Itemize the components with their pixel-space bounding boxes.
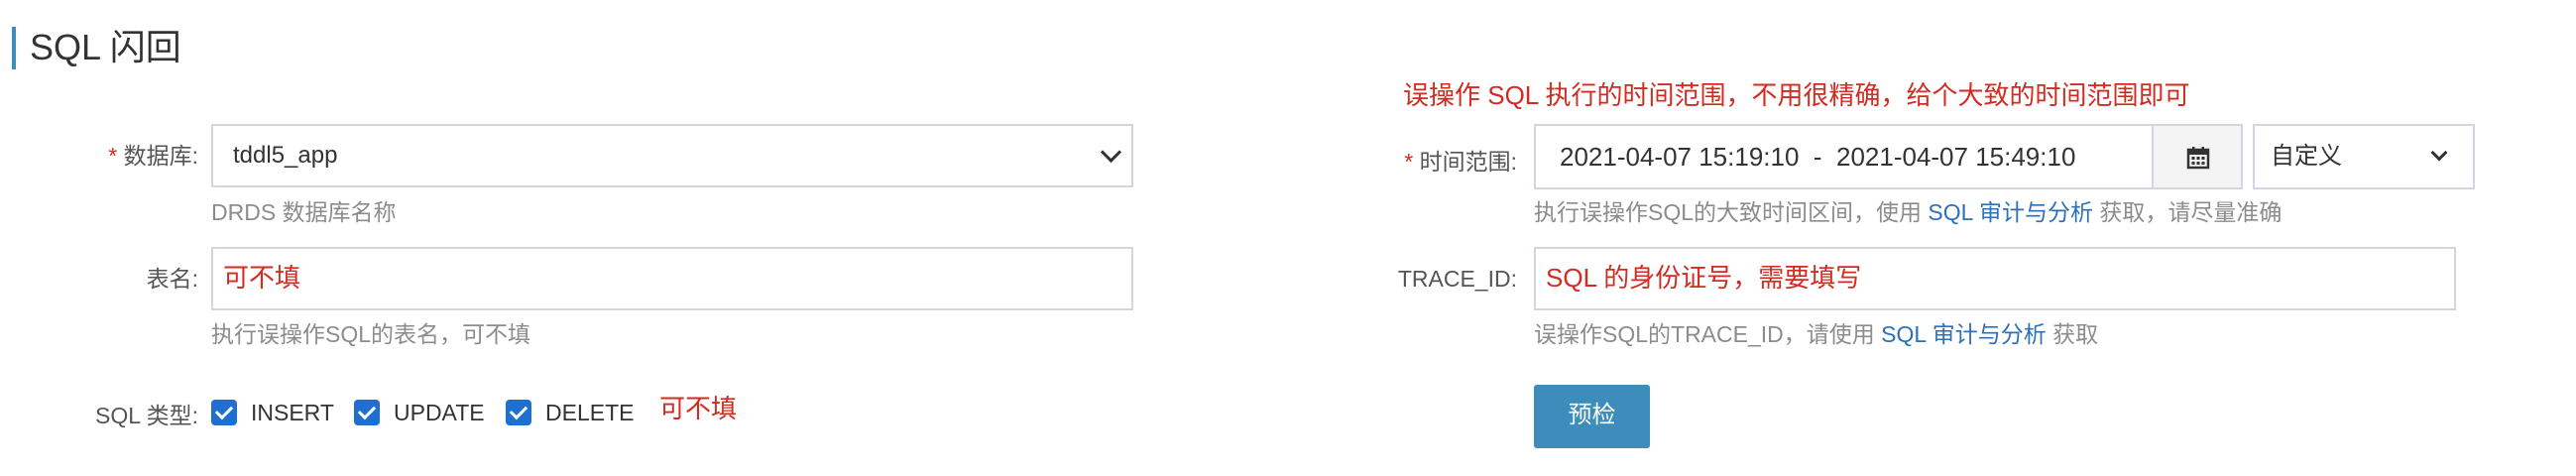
trace-id-input-value: SQL 的身份证号，需要填写 xyxy=(1546,263,1862,293)
calendar-icon xyxy=(2186,147,2210,170)
delete-checkbox-label: DELETE xyxy=(545,400,635,425)
insert-checkbox-label: INSERT xyxy=(251,400,334,425)
time-range-help-suffix: 获取，请尽量准确 xyxy=(2092,199,2283,225)
time-range-value: 2021-04-07 15:19:10 - 2021-04-07 15:49:1… xyxy=(1560,142,2076,172)
table-help: 执行误操作SQL的表名，可不填 xyxy=(211,321,531,347)
database-label: 数据库: xyxy=(123,143,198,169)
required-mark: * xyxy=(108,143,118,169)
table-input-value: 可不填 xyxy=(223,263,301,293)
required-mark: * xyxy=(1404,149,1414,175)
range-mode-value: 自定义 xyxy=(2271,143,2342,170)
time-range-annotation: 误操作 SQL 执行的时间范围，不用很精确，给个大致的时间范围即可 xyxy=(1403,80,2190,110)
time-range-help: 执行误操作SQL的大致时间区间，使用 SQL 审计与分析 获取，请尽量准确 xyxy=(1534,197,2282,227)
trace-id-help-suffix: 获取 xyxy=(2046,321,2099,347)
sql-audit-link[interactable]: SQL 审计与分析 xyxy=(1881,321,2047,347)
trace-id-input[interactable]: SQL 的身份证号，需要填写 xyxy=(1534,247,2456,310)
chevron-down-icon xyxy=(2430,144,2448,162)
chevron-down-icon xyxy=(1100,141,1122,164)
page-title: SQL 闪回 xyxy=(30,27,181,67)
range-mode-select[interactable]: 自定义 xyxy=(2253,124,2475,189)
calendar-button[interactable] xyxy=(2152,124,2243,189)
trace-id-label: TRACE_ID: xyxy=(1397,266,1517,292)
table-label: 表名: xyxy=(146,266,198,292)
delete-checkbox[interactable] xyxy=(506,400,531,425)
sql-flashback-page: SQL 闪回 * 数据库: tddl5_app DRDS 数据库名称 表名: 可… xyxy=(0,0,2576,476)
sql-audit-link[interactable]: SQL 审计与分析 xyxy=(1928,199,2093,225)
trace-id-help: 误操作SQL的TRACE_ID，请使用 SQL 审计与分析 获取 xyxy=(1534,319,2098,349)
table-input[interactable]: 可不填 xyxy=(211,247,1133,310)
update-checkbox[interactable] xyxy=(354,400,380,425)
time-range-label-group: * 时间范围: xyxy=(1368,147,1517,177)
time-range-input[interactable]: 2021-04-07 15:19:10 - 2021-04-07 15:49:1… xyxy=(1534,124,2154,189)
title-accent-bar xyxy=(12,27,16,69)
database-select[interactable]: tddl5_app xyxy=(211,124,1133,187)
database-help: DRDS 数据库名称 xyxy=(211,199,397,225)
time-range-help-prefix: 执行误操作SQL的大致时间区间，使用 xyxy=(1534,199,1929,225)
update-checkbox-label: UPDATE xyxy=(394,400,485,425)
sql-type-label: SQL 类型: xyxy=(95,403,198,428)
database-selected-value: tddl5_app xyxy=(233,142,338,169)
trace-id-help-prefix: 误操作SQL的TRACE_ID，请使用 xyxy=(1534,321,1882,347)
insert-checkbox[interactable] xyxy=(211,400,237,425)
database-label-group: * 数据库: xyxy=(89,141,198,171)
precheck-button[interactable]: 预检 xyxy=(1534,385,1650,448)
time-range-label: 时间范围: xyxy=(1419,149,1517,175)
sql-type-note: 可不填 xyxy=(659,394,738,423)
